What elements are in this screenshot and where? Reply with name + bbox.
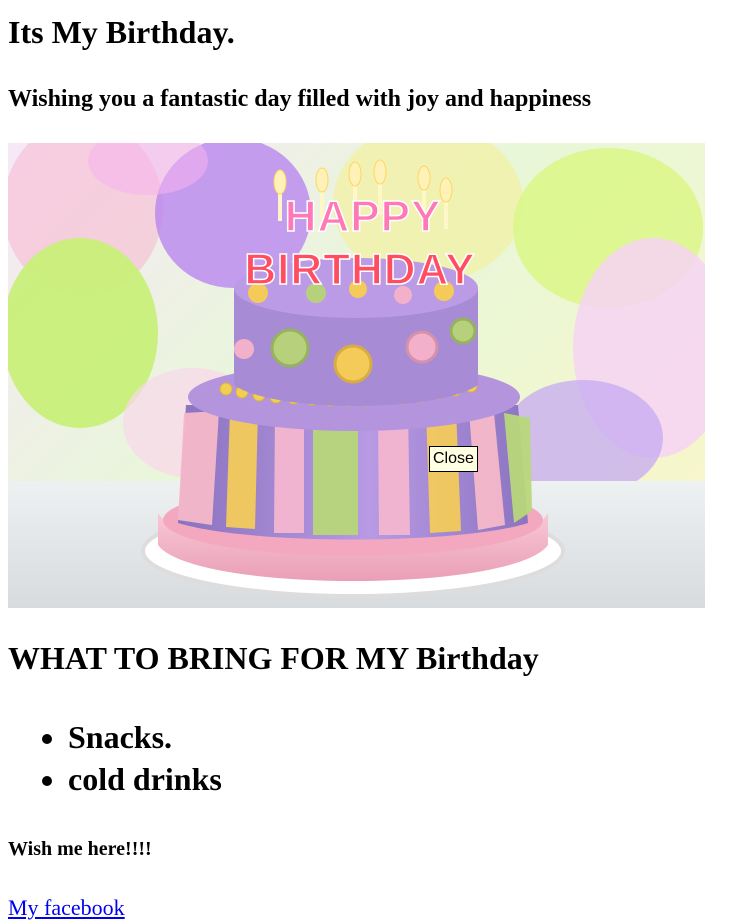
page-subtitle: Wishing you a fantastic day filled with … xyxy=(8,86,592,112)
close-tooltip: Close xyxy=(429,446,478,472)
page-title: Its My Birthday. xyxy=(8,14,235,50)
facebook-link[interactable]: My facebook xyxy=(8,894,125,922)
list-item: Snacks. xyxy=(68,716,222,758)
cake-illustration: HAPPY BIRTHDAY xyxy=(8,143,705,608)
birthday-cake-letters: BIRTHDAY xyxy=(244,245,475,294)
list-item: cold drinks xyxy=(68,758,222,800)
bring-list: Snacks. cold drinks xyxy=(8,716,222,800)
what-to-bring-heading: WHAT TO BRING FOR MY Birthday xyxy=(8,640,539,676)
happy-cake-letters: HAPPY xyxy=(285,192,442,241)
wish-text: Wish me here!!!! xyxy=(8,838,152,860)
birthday-cake-image: HAPPY BIRTHDAY Close xyxy=(8,143,705,608)
